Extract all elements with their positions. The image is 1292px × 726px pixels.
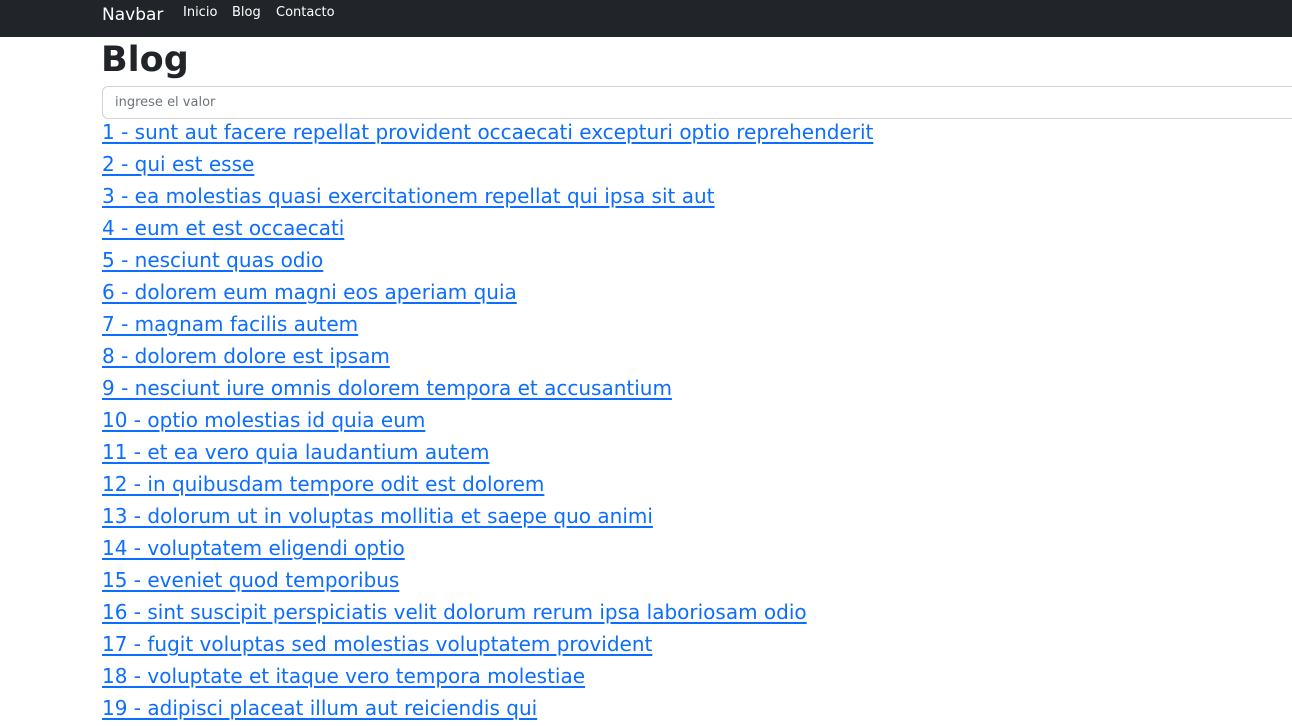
post-list-item: 9 - nesciunt iure omnis dolorem tempora …	[102, 372, 873, 404]
post-list-item: 10 - optio molestias id quia eum	[102, 404, 873, 436]
post-list-item: 13 - dolorum ut in voluptas mollitia et …	[102, 500, 873, 532]
post-list-item: 2 - qui est esse	[102, 148, 873, 180]
post-list-item: 3 - ea molestias quasi exercitationem re…	[102, 180, 873, 212]
post-list-item: 12 - in quibusdam tempore odit est dolor…	[102, 468, 873, 500]
post-list: 1 - sunt aut facere repellat provident o…	[102, 116, 873, 724]
post-list-item: 6 - dolorem eum magni eos aperiam quia	[102, 276, 873, 308]
post-link[interactable]: 5 - nesciunt quas odio	[102, 248, 323, 272]
post-list-item: 7 - magnam facilis autem	[102, 308, 873, 340]
post-list-item: 19 - adipisci placeat illum aut reiciend…	[102, 692, 873, 724]
post-list-item: 15 - eveniet quod temporibus	[102, 564, 873, 596]
post-link[interactable]: 6 - dolorem eum magni eos aperiam quia	[102, 280, 517, 304]
post-link[interactable]: 15 - eveniet quod temporibus	[102, 568, 399, 592]
search-input[interactable]	[102, 86, 1292, 119]
navbar: Navbar Inicio Blog Contacto	[0, 0, 1292, 37]
post-link[interactable]: 16 - sint suscipit perspiciatis velit do…	[102, 600, 807, 624]
post-link[interactable]: 8 - dolorem dolore est ipsam	[102, 344, 390, 368]
post-link[interactable]: 17 - fugit voluptas sed molestias volupt…	[102, 632, 652, 656]
post-list-item: 16 - sint suscipit perspiciatis velit do…	[102, 596, 873, 628]
page-title: Blog	[101, 40, 189, 80]
post-list-item: 17 - fugit voluptas sed molestias volupt…	[102, 628, 873, 660]
post-link[interactable]: 9 - nesciunt iure omnis dolorem tempora …	[102, 376, 672, 400]
nav-link-contacto[interactable]: Contacto	[276, 4, 335, 22]
post-link[interactable]: 19 - adipisci placeat illum aut reiciend…	[102, 696, 537, 720]
nav-link-inicio[interactable]: Inicio	[183, 4, 217, 22]
post-link[interactable]: 10 - optio molestias id quia eum	[102, 408, 425, 432]
post-link[interactable]: 1 - sunt aut facere repellat provident o…	[102, 120, 873, 144]
post-list-item: 1 - sunt aut facere repellat provident o…	[102, 116, 873, 148]
post-list-item: 5 - nesciunt quas odio	[102, 244, 873, 276]
nav-link-blog[interactable]: Blog	[232, 4, 261, 22]
post-link[interactable]: 3 - ea molestias quasi exercitationem re…	[102, 184, 715, 208]
post-link[interactable]: 2 - qui est esse	[102, 152, 254, 176]
post-list-item: 18 - voluptate et itaque vero tempora mo…	[102, 660, 873, 692]
post-link[interactable]: 7 - magnam facilis autem	[102, 312, 358, 336]
post-list-item: 14 - voluptatem eligendi optio	[102, 532, 873, 564]
post-list-item: 4 - eum et est occaecati	[102, 212, 873, 244]
post-link[interactable]: 11 - et ea vero quia laudantium autem	[102, 440, 489, 464]
post-link[interactable]: 12 - in quibusdam tempore odit est dolor…	[102, 472, 544, 496]
post-link[interactable]: 13 - dolorum ut in voluptas mollitia et …	[102, 504, 653, 528]
post-link[interactable]: 14 - voluptatem eligendi optio	[102, 536, 405, 560]
post-list-item: 11 - et ea vero quia laudantium autem	[102, 436, 873, 468]
post-list-item: 8 - dolorem dolore est ipsam	[102, 340, 873, 372]
post-link[interactable]: 4 - eum et est occaecati	[102, 216, 344, 240]
post-link[interactable]: 18 - voluptate et itaque vero tempora mo…	[102, 664, 585, 688]
navbar-brand[interactable]: Navbar	[102, 4, 163, 26]
